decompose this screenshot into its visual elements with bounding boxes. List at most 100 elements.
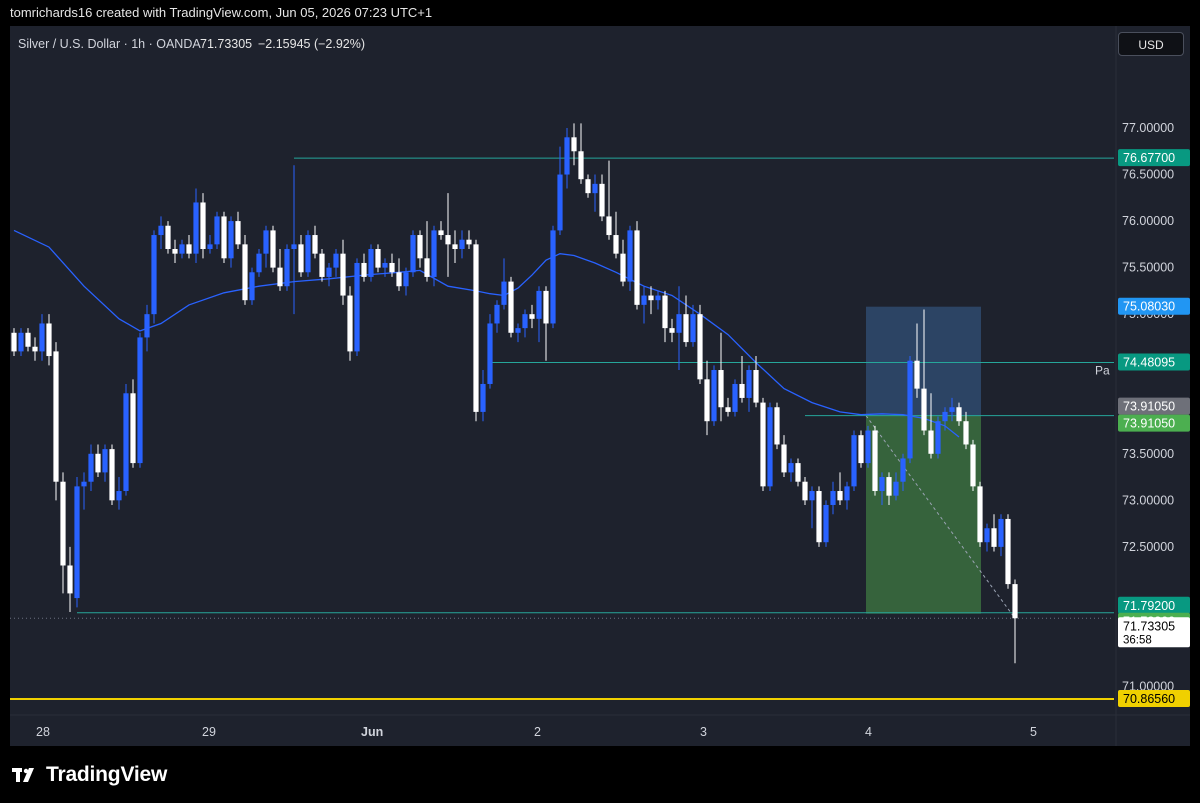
price-tick-label: 75.50000 <box>1122 261 1174 275</box>
candle-body <box>18 332 24 352</box>
time-tick-label: 3 <box>700 725 707 739</box>
candle-body <box>333 253 339 268</box>
candle-body <box>837 491 843 501</box>
candle-body <box>277 267 283 287</box>
candle-body <box>312 235 318 254</box>
candle-body <box>585 179 591 194</box>
candle-body <box>851 435 857 487</box>
candle-body <box>403 272 409 287</box>
candle-body <box>802 481 808 501</box>
candle-body <box>466 239 472 245</box>
currency-button[interactable]: USD <box>1118 32 1184 56</box>
candle-body <box>641 295 647 305</box>
candle-body <box>123 393 129 492</box>
candle-body <box>522 314 528 329</box>
chart-pane[interactable]: 77.0000076.5000076.0000075.5000075.00000… <box>10 26 1190 746</box>
candle-body <box>445 235 451 245</box>
time-tick-label: 5 <box>1030 725 1037 739</box>
candle-body <box>515 328 521 333</box>
candle-body <box>914 360 920 389</box>
candle-body <box>816 491 822 543</box>
price-tick-label: 77.00000 <box>1122 121 1174 135</box>
candle-body <box>571 137 577 152</box>
footer-bar <box>0 746 1200 803</box>
candle-body <box>655 295 661 301</box>
candle-body <box>249 272 255 301</box>
price-tick-label: 73.00000 <box>1122 493 1174 507</box>
candle-body <box>270 230 276 268</box>
candle-body <box>508 281 514 333</box>
candle-body <box>690 314 696 343</box>
time-tick-label: 29 <box>202 725 216 739</box>
candle-body <box>977 486 983 543</box>
price-tag-label: 71.79200 <box>1123 599 1175 613</box>
candle-body <box>809 491 815 501</box>
candle-body <box>410 235 416 273</box>
candle-body <box>991 528 997 547</box>
candle-body <box>109 449 115 501</box>
candle-body <box>347 295 353 352</box>
candle-body <box>459 239 465 250</box>
candle-body <box>949 407 955 412</box>
candle-body <box>172 249 178 254</box>
price-tick-label: 76.00000 <box>1122 214 1174 228</box>
price-tick-label: 73.50000 <box>1122 447 1174 461</box>
candle-body <box>942 411 948 422</box>
drawing-label: Pa <box>1095 364 1110 378</box>
candle-body <box>970 444 976 487</box>
legend-price: 71.73305 <box>200 37 252 51</box>
candle-body <box>963 421 969 445</box>
candle-body <box>760 402 766 487</box>
candle-body <box>697 314 703 380</box>
tradingview-brand[interactable]: TradingView <box>12 763 167 787</box>
time-tick-label: 4 <box>865 725 872 739</box>
candle-body <box>116 491 122 501</box>
candle-body <box>179 244 185 254</box>
candle-body <box>921 388 927 431</box>
candle-body <box>214 216 220 245</box>
candle-body <box>11 332 17 352</box>
candle-body <box>998 518 1004 547</box>
candle-body <box>480 383 486 412</box>
candle-body <box>32 346 38 352</box>
candle-body <box>592 183 598 194</box>
candle-body <box>1005 518 1011 585</box>
candle-body <box>200 202 206 250</box>
candle-body <box>648 295 654 301</box>
price-tag-label: 74.48095 <box>1123 355 1175 369</box>
candle-body <box>557 174 563 231</box>
candle-body <box>368 249 374 277</box>
take-profit-zone <box>866 415 981 614</box>
candle-body <box>256 253 262 273</box>
candle-body <box>739 383 745 398</box>
candle-body <box>529 314 535 319</box>
candle-body <box>781 444 787 473</box>
candle-body <box>725 407 731 412</box>
candle-body <box>130 393 136 464</box>
candle-body <box>452 244 458 250</box>
candle-body <box>774 407 780 445</box>
candle-body <box>907 360 913 459</box>
price-chart[interactable]: 77.0000076.5000076.0000075.5000075.00000… <box>10 26 1190 746</box>
candle-body <box>753 370 759 403</box>
candle-body <box>39 323 45 352</box>
candle-body <box>298 244 304 273</box>
candle-body <box>613 235 619 254</box>
candle-body <box>900 458 906 482</box>
candle-body <box>389 262 395 273</box>
time-tick-label: 28 <box>36 725 50 739</box>
candle-body <box>25 332 31 347</box>
candle-body <box>242 244 248 301</box>
price-tag-label: 73.91050 <box>1123 417 1175 431</box>
candle-body <box>683 314 689 343</box>
price-tag-label: 76.67700 <box>1123 151 1175 165</box>
price-tick-label: 72.50000 <box>1122 540 1174 554</box>
candle-body <box>424 258 430 277</box>
candle-body <box>375 249 381 268</box>
tradingview-logo-icon <box>12 768 34 782</box>
candle-body <box>165 225 171 250</box>
candle-body <box>627 230 633 282</box>
candle-body <box>536 290 542 319</box>
candle-body <box>795 463 801 482</box>
candle-body <box>67 565 73 594</box>
